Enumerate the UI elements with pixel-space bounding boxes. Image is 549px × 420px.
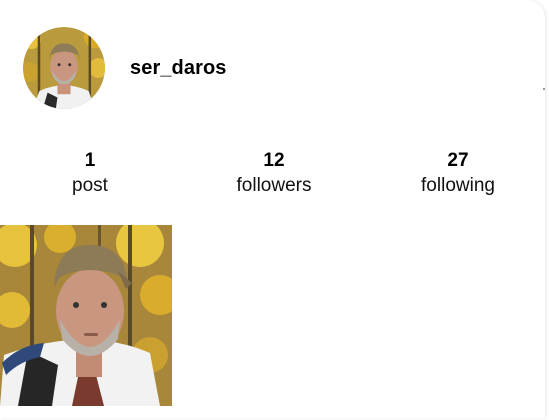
post-thumbnail[interactable] (0, 225, 172, 406)
posts-label: post (72, 175, 108, 196)
post-grid (0, 225, 172, 406)
posts-count: 1 (84, 150, 96, 171)
followers-label: followers (236, 175, 312, 196)
following-label: following (421, 175, 495, 196)
stat-posts: 1 post (72, 150, 108, 200)
edge-marker (543, 88, 545, 90)
profile-header: ser_daros (23, 27, 227, 109)
following-count: 27 (447, 150, 469, 171)
profile-avatar[interactable] (23, 27, 105, 109)
stat-followers[interactable]: 12 followers (237, 150, 312, 200)
profile-card: ser_daros 1 post 12 followers 27 followi… (0, 0, 545, 418)
followers-count: 12 (263, 150, 285, 171)
profile-stats: 1 post 12 followers 27 following (0, 150, 545, 210)
username[interactable]: ser_daros (130, 57, 227, 80)
stat-following[interactable]: 27 following (421, 150, 495, 200)
